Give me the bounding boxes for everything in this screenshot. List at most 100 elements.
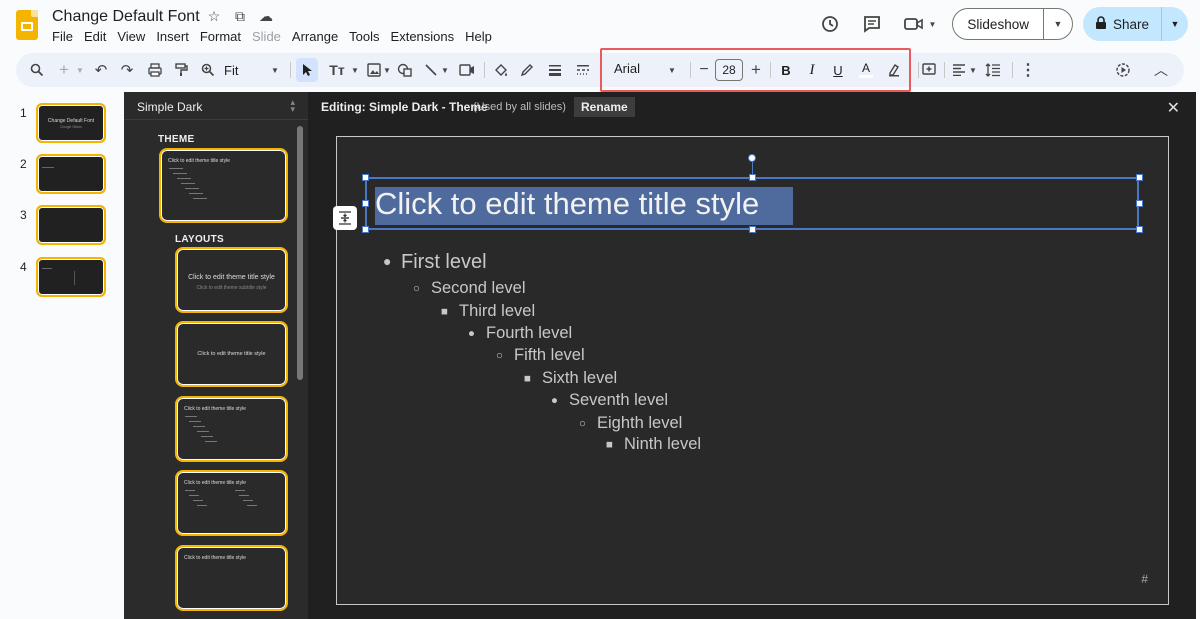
text-box-icon[interactable]: Tт — [322, 53, 352, 87]
layout-thumbnail-title[interactable]: Click to edit theme title style Click to… — [175, 247, 288, 313]
insert-comment-icon[interactable] — [918, 53, 940, 87]
select-tool-icon[interactable] — [296, 58, 318, 82]
slide-number: 4 — [20, 260, 27, 274]
resize-handle[interactable] — [1136, 226, 1143, 233]
insert-image-icon[interactable] — [364, 53, 384, 87]
print-icon[interactable] — [144, 53, 166, 87]
slide-thumb-subtitle: Google Slides — [60, 125, 82, 129]
zoom-icon[interactable] — [197, 53, 219, 87]
document-title[interactable]: Change Default Font — [52, 8, 200, 26]
menu-slide[interactable]: Slide — [252, 29, 286, 44]
more-options-icon[interactable]: ⋮ — [1018, 53, 1038, 87]
menu-format[interactable]: Format — [200, 29, 246, 44]
text-box-dropdown-icon[interactable]: ▼ — [350, 53, 360, 87]
share-dropdown-icon[interactable]: ▼ — [1162, 19, 1188, 29]
slide-number-placeholder[interactable]: # — [1141, 572, 1148, 586]
sort-arrows-icon[interactable]: ▴ ▾ — [290, 98, 295, 114]
paint-format-icon[interactable] — [170, 53, 192, 87]
menu-tools[interactable]: Tools — [349, 29, 384, 44]
slideshow-label[interactable]: Slideshow — [953, 9, 1044, 39]
border-weight-icon[interactable] — [544, 53, 566, 87]
comments-icon[interactable] — [856, 8, 888, 40]
resize-handle[interactable] — [362, 200, 369, 207]
undo-icon[interactable]: ↶ — [90, 53, 112, 87]
menu-insert[interactable]: Insert — [156, 29, 194, 44]
search-menus-icon[interactable] — [24, 53, 50, 87]
collapse-toolbar-icon[interactable]: ︿ — [1150, 53, 1172, 87]
fill-color-icon[interactable] — [490, 53, 512, 87]
toolbar-divider — [290, 62, 291, 78]
line-icon[interactable] — [420, 53, 442, 87]
slide-thumbnail-3[interactable] — [36, 205, 106, 245]
theme-thumb-title: Click to edit theme title style — [168, 158, 230, 164]
slideshow-dropdown-icon[interactable]: ▼ — [1044, 19, 1072, 29]
body-level-2[interactable]: ○ Second level — [413, 279, 525, 298]
slide-thumbnail-1[interactable]: Change Default Font Google Slides — [36, 103, 106, 143]
vertical-align-icon[interactable] — [333, 206, 357, 230]
layout-thumbnail-title-body[interactable]: Click to edit theme title style — [175, 396, 288, 462]
body-level-4[interactable]: ● Fourth level — [468, 324, 572, 343]
theme-master-thumbnail[interactable]: Click to edit theme title style — [159, 148, 288, 223]
image-dropdown-icon[interactable]: ▼ — [382, 53, 392, 87]
slides-logo-icon[interactable] — [16, 10, 38, 40]
line-spacing-icon[interactable] — [982, 53, 1004, 87]
body-level-8[interactable]: ○ Eighth level — [579, 414, 682, 433]
zoom-dropdown-icon[interactable]: ▼ — [268, 53, 282, 87]
menu-help[interactable]: Help — [465, 29, 497, 44]
theme-panel-header: Simple Dark ▴ ▾ — [124, 92, 308, 120]
version-history-icon[interactable] — [814, 8, 846, 40]
menu-arrange[interactable]: Arrange — [292, 29, 343, 44]
border-dash-icon[interactable] — [572, 53, 594, 87]
align-icon[interactable] — [948, 53, 970, 87]
resize-handle[interactable] — [749, 174, 756, 181]
new-slide-icon[interactable]: + — [54, 53, 74, 87]
body-level-3[interactable]: ■ Third level — [441, 302, 535, 321]
align-dropdown-icon[interactable]: ▼ — [968, 53, 978, 87]
motion-icon[interactable] — [1112, 53, 1134, 87]
resize-handle[interactable] — [362, 226, 369, 233]
redo-icon[interactable]: ↷ — [116, 53, 138, 87]
rename-button[interactable]: Rename — [574, 97, 635, 117]
editor-header: Editing: Simple Dark - Theme (Used by al… — [308, 92, 1196, 122]
slide-thumbnail-4[interactable] — [36, 257, 106, 297]
slideshow-button[interactable]: Slideshow ▼ — [952, 8, 1073, 40]
resize-handle[interactable] — [362, 174, 369, 181]
insert-video-icon[interactable] — [456, 53, 478, 87]
body-level-6[interactable]: ■ Sixth level — [524, 369, 617, 388]
body-level-5[interactable]: ○ Fifth level — [496, 346, 585, 365]
theme-panel-scrollbar[interactable] — [297, 126, 303, 380]
new-slide-dropdown-icon[interactable]: ▼ — [74, 53, 86, 87]
layout-thumbnail-title-only[interactable]: Click to edit theme title style — [175, 545, 288, 611]
menu-edit[interactable]: Edit — [84, 29, 111, 44]
star-icon[interactable]: ☆ — [206, 8, 222, 25]
menu-file[interactable]: File — [52, 29, 78, 44]
move-folder-icon[interactable]: ⧉ — [232, 8, 248, 25]
meet-video-icon[interactable]: ▼ — [898, 8, 942, 40]
menu-bar: File Edit View Insert Format Slide Arran… — [52, 29, 503, 44]
body-level-9[interactable]: ■ Ninth level — [606, 435, 701, 454]
layout-thumbnail-section[interactable]: Click to edit theme title style — [175, 321, 288, 387]
title-text[interactable]: Click to edit theme title style — [375, 186, 759, 222]
title-placeholder[interactable]: Click to edit theme title style — [365, 177, 1139, 230]
bullet-icon: ○ — [579, 417, 586, 430]
border-color-icon[interactable] — [516, 53, 538, 87]
layout-thumbnail-two-columns[interactable]: Click to edit theme title style — [175, 470, 288, 536]
body-level-1[interactable]: ● First level — [383, 251, 487, 274]
cloud-status-icon[interactable]: ☁ — [258, 8, 274, 25]
menu-extensions[interactable]: Extensions — [391, 29, 460, 44]
menu-view[interactable]: View — [117, 29, 150, 44]
close-icon[interactable]: ✕ — [1167, 98, 1180, 118]
rotation-handle[interactable] — [748, 154, 756, 162]
resize-handle[interactable] — [1136, 200, 1143, 207]
slide-thumbnail-2[interactable] — [36, 154, 106, 194]
slide-number: 3 — [20, 208, 27, 222]
body-level-7[interactable]: ● Seventh level — [551, 391, 668, 410]
resize-handle[interactable] — [1136, 174, 1143, 181]
shape-icon[interactable] — [394, 53, 416, 87]
resize-handle[interactable] — [749, 226, 756, 233]
share-button[interactable]: Share ▼ — [1082, 7, 1188, 41]
slide-canvas[interactable]: Click to edit theme title style ● First l… — [333, 136, 1169, 605]
share-main[interactable]: Share — [1083, 7, 1162, 41]
share-label: Share — [1112, 16, 1149, 32]
line-dropdown-icon[interactable]: ▼ — [440, 53, 450, 87]
